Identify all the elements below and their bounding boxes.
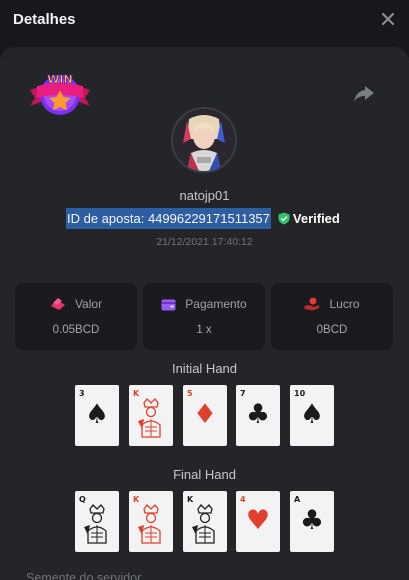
close-icon[interactable] (379, 10, 397, 28)
share-icon[interactable] (353, 84, 375, 104)
card-rank: 4 (240, 495, 246, 504)
modal-title: Detalhes (13, 11, 76, 28)
verified-badge[interactable]: Verified (278, 211, 340, 226)
card-suit: ♠ (84, 399, 110, 430)
final-hand-card: A ♣ (290, 491, 334, 552)
stat-pagamento: Pagamento 1 x (143, 283, 265, 350)
bet-id-row: ID de aposta: 449962291715113​57 Verifie… (66, 208, 340, 229)
wallet-icon (161, 299, 176, 310)
card-suit: ♦ (192, 399, 218, 430)
username: natojp01 (179, 188, 230, 203)
stat-label: Lucro (329, 297, 360, 311)
stat-valor: Valor 0.05BCD (15, 283, 137, 350)
card-suit: ♥ (245, 505, 271, 536)
chip-icon (50, 298, 65, 310)
card-suit: ♠ (299, 399, 325, 430)
final-hand-card: K (183, 491, 227, 552)
final-hand-card: K (129, 491, 173, 552)
avatar[interactable] (171, 107, 237, 173)
initial-hand-card: 3 ♠ (75, 385, 119, 446)
card-rank: 7 (240, 389, 246, 398)
final-hand-card: Q (75, 491, 119, 552)
modal-header: Detalhes (0, 0, 409, 40)
final-hand-title: Final Hand (173, 467, 236, 482)
initial-hand-card: K (129, 385, 173, 446)
card-rank: 10 (294, 389, 306, 398)
initial-hand-card: 7 ♣ (236, 385, 280, 446)
card-rank: A (294, 495, 301, 504)
bet-date: 21/12/2021 17:40:12 (156, 236, 253, 248)
initial-hand-card: 10 ♠ (290, 385, 334, 446)
stat-value: 0.05BCD (52, 324, 100, 336)
win-badge-text: WIN (47, 73, 72, 86)
verified-label: Verified (292, 211, 340, 226)
profit-hand-icon (304, 297, 320, 311)
card-rank: 5 (187, 389, 193, 398)
initial-hand-title: Initial Hand (171, 361, 238, 376)
shield-check-icon (278, 212, 290, 225)
stat-label: Valor (74, 297, 103, 311)
card-suit: ♣ (245, 399, 271, 430)
bet-id[interactable]: ID de aposta: 449962291715113​57 (66, 208, 271, 229)
stat-value: 1 x (196, 324, 212, 336)
stat-value: 0BCD (316, 324, 348, 336)
win-badge-icon: WIN (30, 73, 90, 115)
stat-lucro: Lucro 0BCD (271, 283, 393, 350)
server-seed-label: Semente do servidor (26, 571, 142, 580)
card-rank: 3 (79, 389, 85, 398)
card-suit: ♣ (299, 505, 325, 536)
initial-hand-card: 5 ♦ (183, 385, 227, 446)
final-hand-card: 4 ♥ (236, 491, 280, 552)
avatar-image (173, 109, 235, 171)
stat-label: Pagamento (185, 297, 247, 311)
